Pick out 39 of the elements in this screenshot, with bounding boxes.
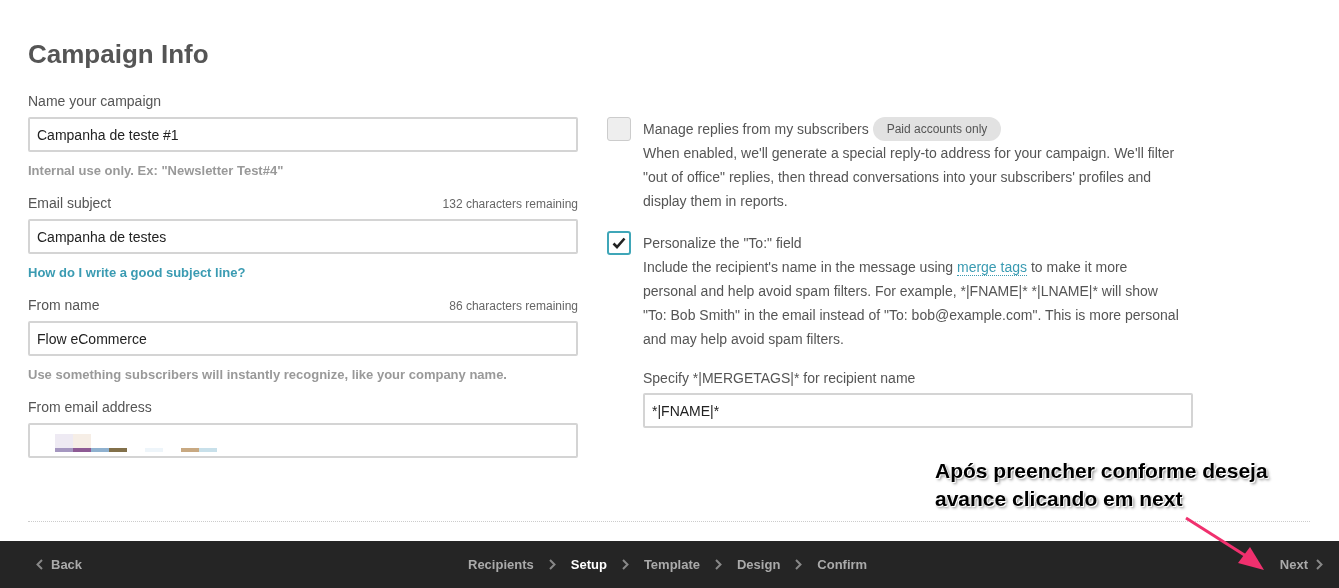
field-label: From email address bbox=[28, 398, 152, 416]
chevron-right-icon bbox=[621, 559, 629, 570]
wizard-step[interactable]: Design bbox=[737, 557, 781, 572]
checkbox[interactable] bbox=[607, 231, 631, 255]
field-label: From name bbox=[28, 296, 100, 314]
merge-tags-link[interactable]: merge tags bbox=[956, 259, 1027, 276]
next-button[interactable]: Next bbox=[1277, 553, 1325, 576]
field-label: Specify *|MERGETAGS|* for recipient name bbox=[643, 369, 917, 387]
wizard-step[interactable]: Recipients bbox=[468, 557, 534, 572]
text-field[interactable]: Campanha de teste #1 bbox=[28, 117, 578, 152]
paid-badge: Paid accounts only bbox=[872, 117, 1002, 141]
text-field[interactable]: Flow eCommerce bbox=[28, 321, 578, 356]
checkbox[interactable] bbox=[607, 117, 631, 141]
chevron-right-icon bbox=[715, 559, 722, 570]
field-hint: Use something subscribers will instantly recognize, like your company name. bbox=[28, 366, 508, 384]
wizard-step[interactable]: Confirm bbox=[817, 557, 868, 572]
email-field[interactable] bbox=[28, 423, 578, 458]
wizard-step[interactable]: Setup bbox=[570, 557, 607, 572]
page-heading: Campaign Info bbox=[28, 38, 210, 71]
field-label: Email subject bbox=[28, 194, 112, 212]
text-field[interactable]: Campanha de testes bbox=[28, 219, 578, 254]
chevron-right-icon bbox=[795, 559, 803, 570]
wizard-step[interactable]: Template bbox=[643, 557, 700, 572]
chevron-right-icon bbox=[1316, 559, 1323, 570]
option-description: Include the recipient's name in the message using merge tags to make it more personal and help avoid spam filters. For example, *|FNAME|* *|LNAME|* will show "To: Bob Smith" in the email instead of "To: bob@example.com". This is more personal and may help avoid spam filters. bbox=[643, 258, 1180, 349]
chevron-right-icon bbox=[548, 559, 556, 570]
option-label: Manage replies from my subscribers bbox=[643, 120, 869, 139]
merge-tag-field[interactable]: *|FNAME|* bbox=[643, 393, 1193, 428]
annotation-text: avance clicando em next bbox=[935, 486, 1184, 512]
annotation-text: Após preencher conforme deseja bbox=[935, 458, 1268, 484]
back-button[interactable]: Back bbox=[34, 553, 85, 576]
character-counter: 132 characters remaining bbox=[442, 196, 578, 213]
chevron-left-icon bbox=[36, 559, 43, 570]
field-label: Name your campaign bbox=[28, 92, 162, 110]
option-label: Personalize the "To:" field bbox=[643, 234, 802, 253]
character-counter: 86 characters remaining bbox=[449, 298, 578, 315]
option-description: When enabled, we'll generate a special reply-to address for your campaign. We'll filter "out of office" replies, then thread conversations into your subscribers' profiles and display them in reports. bbox=[643, 144, 1176, 211]
field-hint: Internal use only. Ex: "Newsletter Test#4" bbox=[28, 162, 285, 180]
checkmark-icon bbox=[612, 237, 626, 249]
